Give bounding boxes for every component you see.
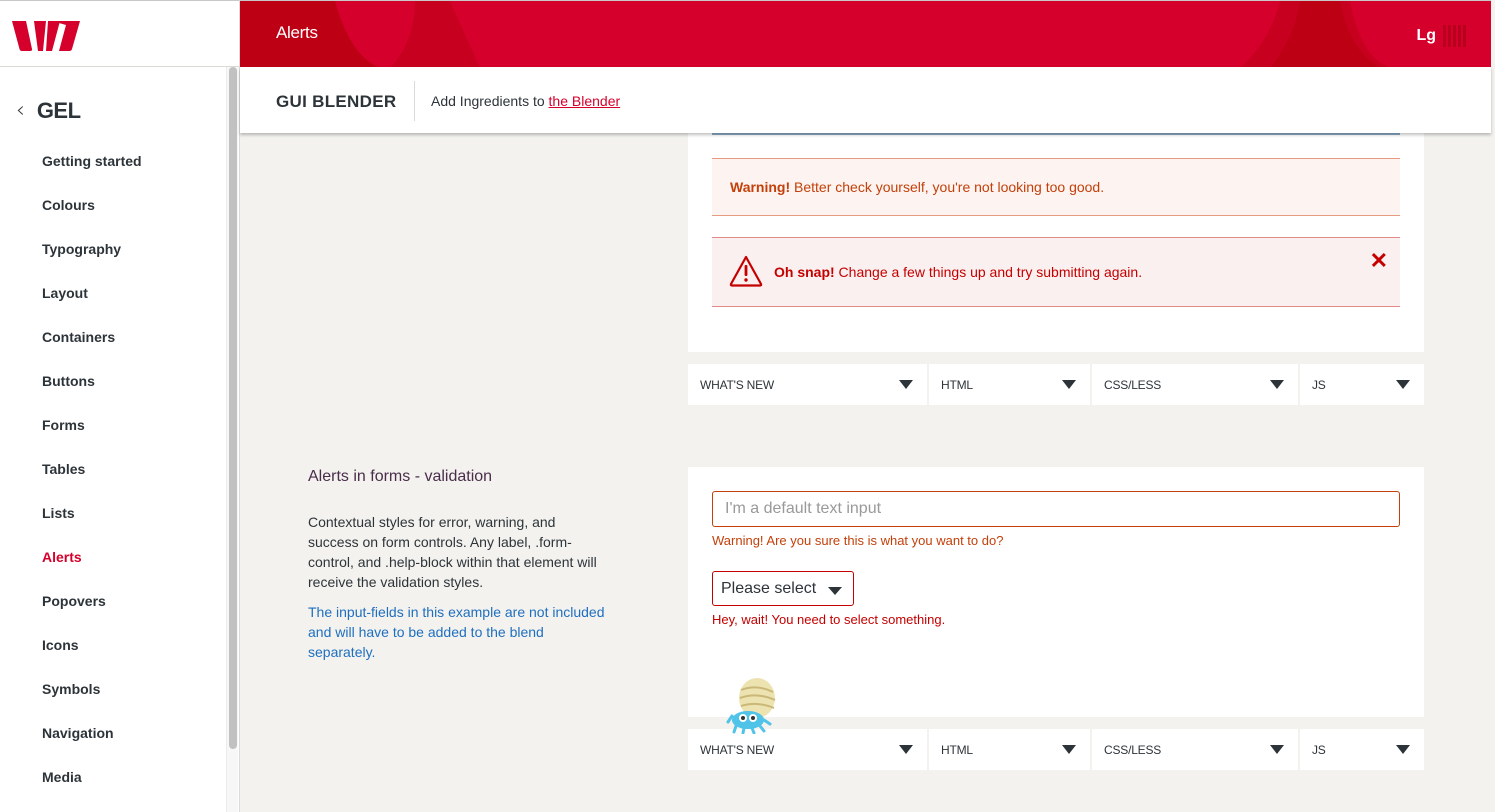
sidebar-item-navigation[interactable]: Navigation <box>42 722 142 766</box>
tab-label: HTML <box>941 378 973 392</box>
sidebar-scroll-thumb[interactable] <box>229 67 237 749</box>
sidebar-item-symbols[interactable]: Symbols <box>42 678 142 722</box>
danger-alert-strong: Oh snap! <box>774 264 835 280</box>
bars-icon[interactable] <box>1443 25 1466 47</box>
close-icon[interactable]: ✕ <box>1370 248 1388 274</box>
tab-label: CSS/LESS <box>1104 743 1162 757</box>
caret-down-icon <box>1062 380 1076 389</box>
section-desc: Contextual styles for error, warning, an… <box>308 514 597 590</box>
caret-down-icon <box>1062 745 1076 754</box>
sidebar-item-lists[interactable]: Lists <box>42 502 142 546</box>
page-header: Alerts Lg <box>240 0 1491 67</box>
danger-alert-text: Change a few things up and try submittin… <box>834 264 1143 280</box>
caret-down-icon <box>828 587 842 595</box>
warning-alert: Warning! Better check yourself, you're n… <box>712 158 1400 216</box>
logo-bar <box>0 0 239 67</box>
warning-help-text: Warning! Are you sure this is what you w… <box>712 533 1004 548</box>
tab-label: HTML <box>941 743 973 757</box>
tab-whats-new[interactable]: WHAT'S NEW <box>688 729 927 770</box>
sidebar-nav: Getting started Colours Typography Layou… <box>42 150 142 810</box>
tab-html[interactable]: HTML <box>929 364 1090 405</box>
warning-triangle-icon <box>729 255 763 287</box>
warning-alert-text: Better check yourself, you're not lookin… <box>790 179 1105 195</box>
section-note: The input-fields in this example are not… <box>308 604 605 660</box>
tab-js[interactable]: JS <box>1300 729 1424 770</box>
caret-down-icon <box>1396 380 1410 389</box>
sidebar-item-popovers[interactable]: Popovers <box>42 590 142 634</box>
omanyte-sticker-icon <box>726 678 776 734</box>
sidebar-item-tables[interactable]: Tables <box>42 458 142 502</box>
caret-down-icon <box>1396 745 1410 754</box>
sidebar-item-colours[interactable]: Colours <box>42 194 142 238</box>
subheader-text: Add Ingredients to the Blender <box>431 93 620 109</box>
header-background-shapes <box>240 1 1388 67</box>
error-help-text: Hey, wait! You need to select something. <box>712 612 946 627</box>
caret-down-icon <box>899 745 913 754</box>
caret-down-icon <box>1270 380 1284 389</box>
code-tabs-2: WHAT'S NEW HTML CSS/LESS JS <box>688 729 1424 770</box>
alerts-example-panel: Warning! Better check yourself, you're n… <box>688 133 1424 352</box>
blender-link[interactable]: the Blender <box>549 93 621 109</box>
tab-label: WHAT'S NEW <box>700 743 775 757</box>
section-title: Alerts in forms - validation <box>308 468 493 485</box>
subheader: GUI BLENDER Add Ingredients to the Blend… <box>240 67 1491 133</box>
westpac-logo[interactable] <box>12 21 80 51</box>
info-alert-edge <box>712 133 1400 135</box>
subheader-divider <box>414 81 415 121</box>
caret-down-icon <box>899 380 913 389</box>
danger-alert: Oh snap! Change a few things up and try … <box>712 237 1400 307</box>
sidebar-item-media[interactable]: Media <box>42 766 142 810</box>
user-initials[interactable]: Lg <box>1416 27 1436 45</box>
tab-css-less[interactable]: CSS/LESS <box>1092 364 1298 405</box>
tab-label: JS <box>1312 378 1326 392</box>
sidebar: ‹ GEL Getting started Colours Typography… <box>0 0 240 812</box>
tab-label: JS <box>1312 743 1326 757</box>
sidebar-item-typography[interactable]: Typography <box>42 238 142 282</box>
caret-down-icon <box>1270 745 1284 754</box>
page-scrollbar[interactable] <box>1491 0 1495 812</box>
tab-whats-new[interactable]: WHAT'S NEW <box>688 364 927 405</box>
sidebar-item-buttons[interactable]: Buttons <box>42 370 142 414</box>
tab-js[interactable]: JS <box>1300 364 1424 405</box>
tab-label: CSS/LESS <box>1104 378 1162 392</box>
tab-label: WHAT'S NEW <box>700 378 775 392</box>
chevron-left-icon: ‹ <box>16 98 25 123</box>
sidebar-item-containers[interactable]: Containers <box>42 326 142 370</box>
select-value: Please select <box>721 580 817 597</box>
subheader-prefix: Add Ingredients to <box>431 93 549 109</box>
gel-back-link[interactable]: ‹ GEL <box>16 98 81 124</box>
warning-alert-strong: Warning! <box>730 179 791 195</box>
please-select-dropdown[interactable]: Please select <box>712 571 854 606</box>
default-text-input[interactable] <box>712 491 1400 527</box>
code-tabs: WHAT'S NEW HTML CSS/LESS JS <box>688 364 1424 405</box>
sidebar-scrollbar[interactable] <box>226 67 238 812</box>
sidebar-item-layout[interactable]: Layout <box>42 282 142 326</box>
app-name: GUI BLENDER <box>276 92 397 111</box>
section-description: Alerts in forms - validation Contextual … <box>308 468 608 662</box>
page-title: Alerts <box>276 23 318 42</box>
sidebar-section-title: GEL <box>36 98 81 123</box>
form-validation-panel: Warning! Are you sure this is what you w… <box>688 467 1424 717</box>
tab-css-less[interactable]: CSS/LESS <box>1092 729 1298 770</box>
tab-html[interactable]: HTML <box>929 729 1090 770</box>
sidebar-item-getting-started[interactable]: Getting started <box>42 150 142 194</box>
sidebar-item-forms[interactable]: Forms <box>42 414 142 458</box>
sidebar-item-icons[interactable]: Icons <box>42 634 142 678</box>
sidebar-item-alerts[interactable]: Alerts <box>42 546 142 590</box>
